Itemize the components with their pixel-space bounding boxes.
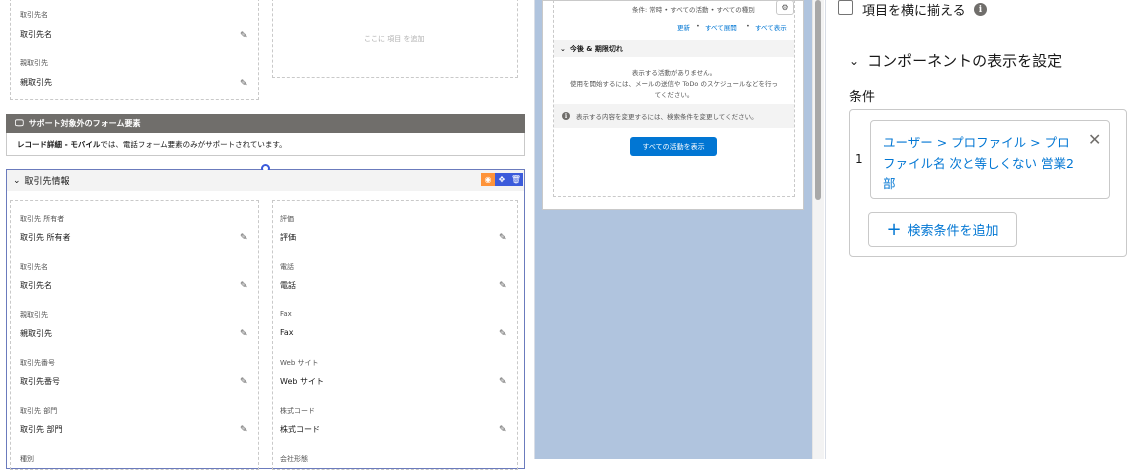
field-value[interactable]: 親取引先 <box>20 328 52 339</box>
field-value[interactable]: Fax <box>280 328 294 337</box>
field-value[interactable]: 取引先名 <box>20 29 52 40</box>
pencil-icon[interactable]: ✎ <box>240 31 248 41</box>
expand-all-link[interactable]: すべて展開 <box>705 22 737 32</box>
pencil-icon[interactable]: ✎ <box>240 233 248 243</box>
refresh-link[interactable]: 更新 <box>677 22 690 32</box>
link-separator: • <box>746 22 750 30</box>
field-value[interactable]: 株式コード <box>280 424 320 435</box>
condition-index: 1 <box>855 152 863 166</box>
link-separator: • <box>696 22 700 30</box>
pencil-icon[interactable]: ✎ <box>240 281 248 291</box>
remove-condition-icon[interactable]: ✕ <box>1088 130 1101 149</box>
field-value[interactable]: 取引先 所有者 <box>20 232 71 243</box>
no-activity-text: 表示する活動がありません。 <box>631 69 717 77</box>
field-value[interactable]: 評価 <box>280 232 296 243</box>
upcoming-header[interactable]: ⌄ 今後 & 期限切れ <box>554 40 794 57</box>
pencil-icon[interactable]: ✎ <box>240 425 248 435</box>
info-icon: i <box>562 112 570 120</box>
visibility-icon[interactable]: ◉ <box>481 173 495 186</box>
field-value[interactable]: 取引先 部門 <box>20 424 63 435</box>
info-text: 表示する内容を変更するには、検索条件を変更してください。 <box>576 113 758 121</box>
field-value[interactable]: 取引先名 <box>20 280 52 291</box>
hint-text-2: てください。 <box>654 91 694 99</box>
condition-line-3[interactable]: 部 <box>883 173 896 192</box>
plus-icon: + <box>886 219 902 240</box>
pencil-icon[interactable]: ✎ <box>240 79 248 89</box>
banner-text: では、電話フォーム要素のみがサポートされています。 <box>100 139 287 149</box>
add-filter-button[interactable]: + 検索条件を追加 <box>868 212 1017 247</box>
section-title: 取引先情報 <box>24 177 70 187</box>
field-label: 電話 <box>280 263 294 271</box>
chevron-down-icon[interactable]: ⌄ <box>13 176 21 186</box>
field-label: 会社形態 <box>280 455 308 463</box>
field-label: 株式コード <box>280 407 315 415</box>
chevron-down-icon: ⌄ <box>849 53 860 68</box>
hint-text-1: 使用を開始するには、メールの送信や ToDo のスケジュールなどを行っ <box>569 80 778 88</box>
field-label: 親取引先 <box>20 311 48 319</box>
banner-bold-text: レコード詳細 - モバイル <box>17 139 101 149</box>
pencil-icon[interactable]: ✎ <box>240 329 248 339</box>
pencil-icon[interactable]: ✎ <box>499 233 507 243</box>
desktop-icon: 🖵 <box>15 118 24 129</box>
field-label: 取引先名 <box>20 11 48 19</box>
field-label: 種別 <box>20 455 34 463</box>
condition-line-1[interactable]: ユーザー > プロファイル > プロ <box>883 132 1070 151</box>
align-fields-checkbox[interactable] <box>838 0 853 15</box>
conditions-label: 条件 <box>849 90 876 105</box>
info-strip: i 表示する内容を変更するには、検索条件を変更してください。 <box>554 104 794 128</box>
field-label: 取引先 所有者 <box>20 215 65 223</box>
align-fields-label: 項目を横に揃える <box>862 4 966 19</box>
section-header[interactable]: ⌄ 取引先情報 <box>7 170 524 191</box>
field-label: 評価 <box>280 215 294 223</box>
field-value[interactable]: 電話 <box>280 280 296 291</box>
field-label: 親取引先 <box>20 59 48 67</box>
info-icon[interactable]: i <box>974 3 987 16</box>
show-all-activities-button[interactable]: すべての活動を表示 <box>630 137 717 156</box>
scrollbar-thumb[interactable] <box>815 0 821 200</box>
pencil-icon[interactable]: ✎ <box>499 425 507 435</box>
field-value[interactable]: 取引先番号 <box>20 376 60 387</box>
move-icon[interactable]: ✥ <box>495 173 509 186</box>
field-label: 取引先番号 <box>20 359 55 367</box>
gear-icon[interactable]: ⚙ <box>776 0 794 15</box>
visibility-title: コンポーネントの表示を設定 <box>867 52 1063 70</box>
field-label: Web サイト <box>280 359 319 367</box>
show-all-link[interactable]: すべて表示 <box>755 22 787 32</box>
pencil-icon[interactable]: ✎ <box>240 377 248 387</box>
unsupported-banner-title: サポート対象外のフォーム要素 <box>28 119 141 128</box>
condition-line-2[interactable]: ファイル名 次と等しくない 営業2 <box>883 153 1074 172</box>
unsupported-banner-header: 🖵 サポート対象外のフォーム要素 <box>6 114 525 133</box>
unsupported-banner-body: レコード詳細 - モバイル では、電話フォーム要素のみがサポートされています。 <box>6 133 525 156</box>
chevron-down-icon: ⌄ <box>560 44 566 53</box>
field-label: 取引先 部門 <box>20 407 58 415</box>
upcoming-title: 今後 & 期限切れ <box>569 44 623 53</box>
pencil-icon[interactable]: ✎ <box>499 377 507 387</box>
add-filter-label: 検索条件を追加 <box>907 224 999 239</box>
pencil-icon[interactable]: ✎ <box>499 329 507 339</box>
delete-icon[interactable]: 🗑 <box>509 173 523 186</box>
visibility-section-header[interactable]: ⌄ コンポーネントの表示を設定 <box>849 50 1062 71</box>
field-value[interactable]: 親取引先 <box>20 77 52 88</box>
pencil-icon[interactable]: ✎ <box>499 281 507 291</box>
field-label: Fax <box>280 310 292 318</box>
field-label: 取引先名 <box>20 263 48 271</box>
activity-filter-text: 条件: 常時 • すべての活動 • すべての種別 <box>632 6 755 14</box>
field-value[interactable]: Web サイト <box>280 376 324 387</box>
layout-canvas: 取引先名 取引先名 ✎ 親取引先 親取引先 ✎ ここに 項目 を追加 🖵 サポー… <box>0 0 535 470</box>
drop-zone-placeholder: ここに 項目 を追加 <box>364 35 425 43</box>
